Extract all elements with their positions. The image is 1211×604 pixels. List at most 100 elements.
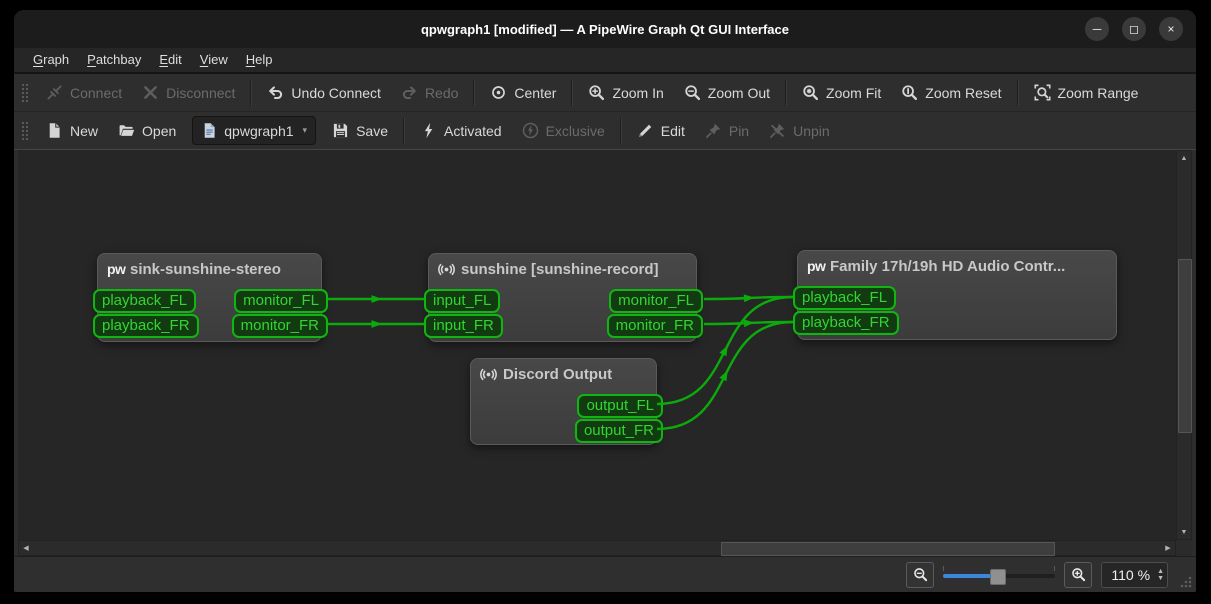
undo-connect-button[interactable]: Undo Connect — [257, 78, 391, 108]
horizontal-scrollbar[interactable]: ◀ ▶ — [18, 540, 1176, 556]
zoom-slider-fill — [943, 574, 997, 578]
minimize-button[interactable]: ─ — [1085, 17, 1109, 41]
redo-icon — [401, 84, 418, 101]
node-header[interactable]: pwFamily 17h/19h HD Audio Contr... — [798, 251, 1116, 275]
titlebar[interactable]: qpwgraph1 [modified] — A PipeWire Graph … — [14, 10, 1196, 48]
spinner-arrows[interactable]: ▲▼ — [1157, 568, 1164, 582]
spin-up-icon[interactable]: ▲ — [1157, 568, 1164, 575]
maximize-button[interactable]: ◻ — [1122, 17, 1146, 41]
pin-icon — [705, 122, 722, 139]
center-button[interactable]: Center — [480, 78, 566, 108]
toolbar-separator — [403, 118, 405, 144]
unpin-icon — [769, 122, 786, 139]
toolbar-handle[interactable] — [21, 121, 29, 141]
port-monitor_FR[interactable]: monitor_FR — [232, 314, 328, 338]
zoom-spinbox[interactable]: 110 % ▲▼ — [1101, 562, 1168, 588]
redo-button: Redo — [391, 78, 468, 108]
connection-arrow-icon — [719, 370, 727, 381]
port-playback_FL[interactable]: playback_FL — [93, 289, 196, 313]
port-playback_FR[interactable]: playback_FR — [93, 314, 199, 338]
toolbar-button-label: Redo — [425, 85, 458, 101]
patchbay-selector[interactable]: qpwgraph1 ▾ — [192, 116, 316, 145]
save-icon — [332, 122, 349, 139]
open-button[interactable]: Open — [108, 116, 186, 146]
node-header[interactable]: sunshine [sunshine-record] — [429, 254, 696, 278]
menu-edit[interactable]: Edit — [150, 48, 190, 72]
zoom-out-icon — [913, 567, 928, 582]
node-sunshine[interactable]: sunshine [sunshine-record]input_FLmonito… — [428, 253, 697, 342]
port-monitor_FL[interactable]: monitor_FL — [234, 289, 328, 313]
node-family-hd-audio[interactable]: pwFamily 17h/19h HD Audio Contr...playba… — [797, 250, 1117, 340]
toolbar-button-label: Activated — [444, 123, 502, 139]
toolbar-separator — [1017, 80, 1019, 106]
save-button[interactable]: Save — [322, 116, 398, 146]
horizontal-scrollbar-thumb[interactable] — [721, 542, 1055, 556]
zoom-out-button[interactable]: Zoom Out — [674, 78, 780, 108]
close-button[interactable]: × — [1159, 17, 1183, 41]
resize-grip-icon[interactable] — [1177, 573, 1193, 589]
port-output_FL[interactable]: output_FL — [577, 394, 663, 418]
zoom-in-button[interactable]: Zoom In — [578, 78, 673, 108]
port-monitor_FR[interactable]: monitor_FR — [607, 314, 703, 338]
zoom-value: 110 % — [1111, 567, 1150, 583]
graph-canvas[interactable]: pwsink-sunshine-stereoplayback_FLmonitor… — [18, 150, 1176, 540]
toolbar-button-label: Exclusive — [546, 123, 605, 139]
port-input_FL[interactable]: input_FL — [424, 289, 500, 313]
zoom-range-button[interactable]: Zoom Range — [1024, 78, 1149, 108]
exclusive-button: Exclusive — [512, 116, 615, 146]
port-input_FR[interactable]: input_FR — [424, 314, 503, 338]
chevron-down-icon: ▾ — [303, 125, 308, 136]
zoom-fit-icon — [802, 84, 819, 101]
menu-graph[interactable]: Graph — [24, 48, 78, 72]
port-output_FR[interactable]: output_FR — [575, 419, 663, 443]
menu-patchbay[interactable]: Patchbay — [78, 48, 150, 72]
connect-button: Connect — [36, 78, 132, 108]
toolbar-button-label: Zoom Range — [1058, 85, 1139, 101]
toolbar-button-label: Unpin — [793, 123, 830, 139]
vertical-scrollbar[interactable]: ▲ ▼ — [1176, 150, 1192, 540]
scroll-left-icon: ◀ — [23, 544, 28, 552]
zoom-in-icon — [1071, 567, 1086, 582]
scroll-left-button[interactable]: ◀ — [19, 541, 33, 555]
scroll-right-button[interactable]: ▶ — [1161, 541, 1175, 555]
new-button[interactable]: New — [36, 116, 108, 146]
zoom-slider-handle[interactable] — [990, 569, 1006, 585]
pipewire-icon: pw — [807, 258, 824, 275]
window-controls: ─ ◻ × — [1085, 17, 1183, 41]
scroll-right-icon: ▶ — [1165, 544, 1170, 552]
port-playback_FL[interactable]: playback_FL — [793, 286, 896, 310]
node-header[interactable]: pwsink-sunshine-stereo — [98, 254, 321, 278]
port-playback_FR[interactable]: playback_FR — [793, 311, 899, 335]
activated-button[interactable]: Activated — [410, 116, 512, 146]
toolbar-separator — [571, 80, 573, 106]
spin-down-icon[interactable]: ▼ — [1157, 575, 1164, 582]
toolbar-button-label: Pin — [729, 123, 749, 139]
vertical-scrollbar-thumb[interactable] — [1178, 259, 1192, 433]
menu-help[interactable]: Help — [237, 48, 282, 72]
statusbar-zoom-in-button[interactable] — [1064, 562, 1092, 588]
scroll-up-button[interactable]: ▲ — [1177, 151, 1191, 165]
zoom-slider[interactable] — [943, 563, 1055, 587]
toolbar-button-label: Edit — [661, 123, 685, 139]
zoom-reset-button[interactable]: Zoom Reset — [891, 78, 1011, 108]
node-header[interactable]: Discord Output — [471, 359, 656, 383]
edit-button[interactable]: Edit — [627, 116, 695, 146]
toolbar-handle[interactable] — [21, 83, 29, 103]
menu-view[interactable]: View — [191, 48, 237, 72]
new-icon — [46, 122, 63, 139]
zoom-fit-button[interactable]: Zoom Fit — [792, 78, 891, 108]
node-sink-sunshine-stereo[interactable]: pwsink-sunshine-stereoplayback_FLmonitor… — [97, 253, 322, 342]
connection-arrow-icon — [719, 345, 727, 356]
port-monitor_FL[interactable]: monitor_FL — [609, 289, 703, 313]
connection-sunshine.monitor_FR-to-family-hd-audio.playback_FR[interactable] — [704, 322, 793, 324]
patchbay-toolbar: NewOpen qpwgraph1 ▾ Save Activated Exclusive E… — [14, 112, 1196, 150]
scrollbar-corner — [1176, 540, 1192, 556]
statusbar-zoom-out-button[interactable] — [906, 562, 934, 588]
scroll-down-button[interactable]: ▼ — [1177, 525, 1191, 539]
connection-sunshine.monitor_FL-to-family-hd-audio.playback_FL[interactable] — [704, 297, 793, 299]
pipewire-icon: pw — [107, 261, 124, 278]
node-discord-output[interactable]: Discord Outputoutput_FLoutput_FR — [470, 358, 657, 445]
node-title: sunshine [sunshine-record] — [461, 261, 659, 278]
toolbar-separator — [473, 80, 475, 106]
patchbay-selector-value: qpwgraph1 — [224, 123, 293, 139]
